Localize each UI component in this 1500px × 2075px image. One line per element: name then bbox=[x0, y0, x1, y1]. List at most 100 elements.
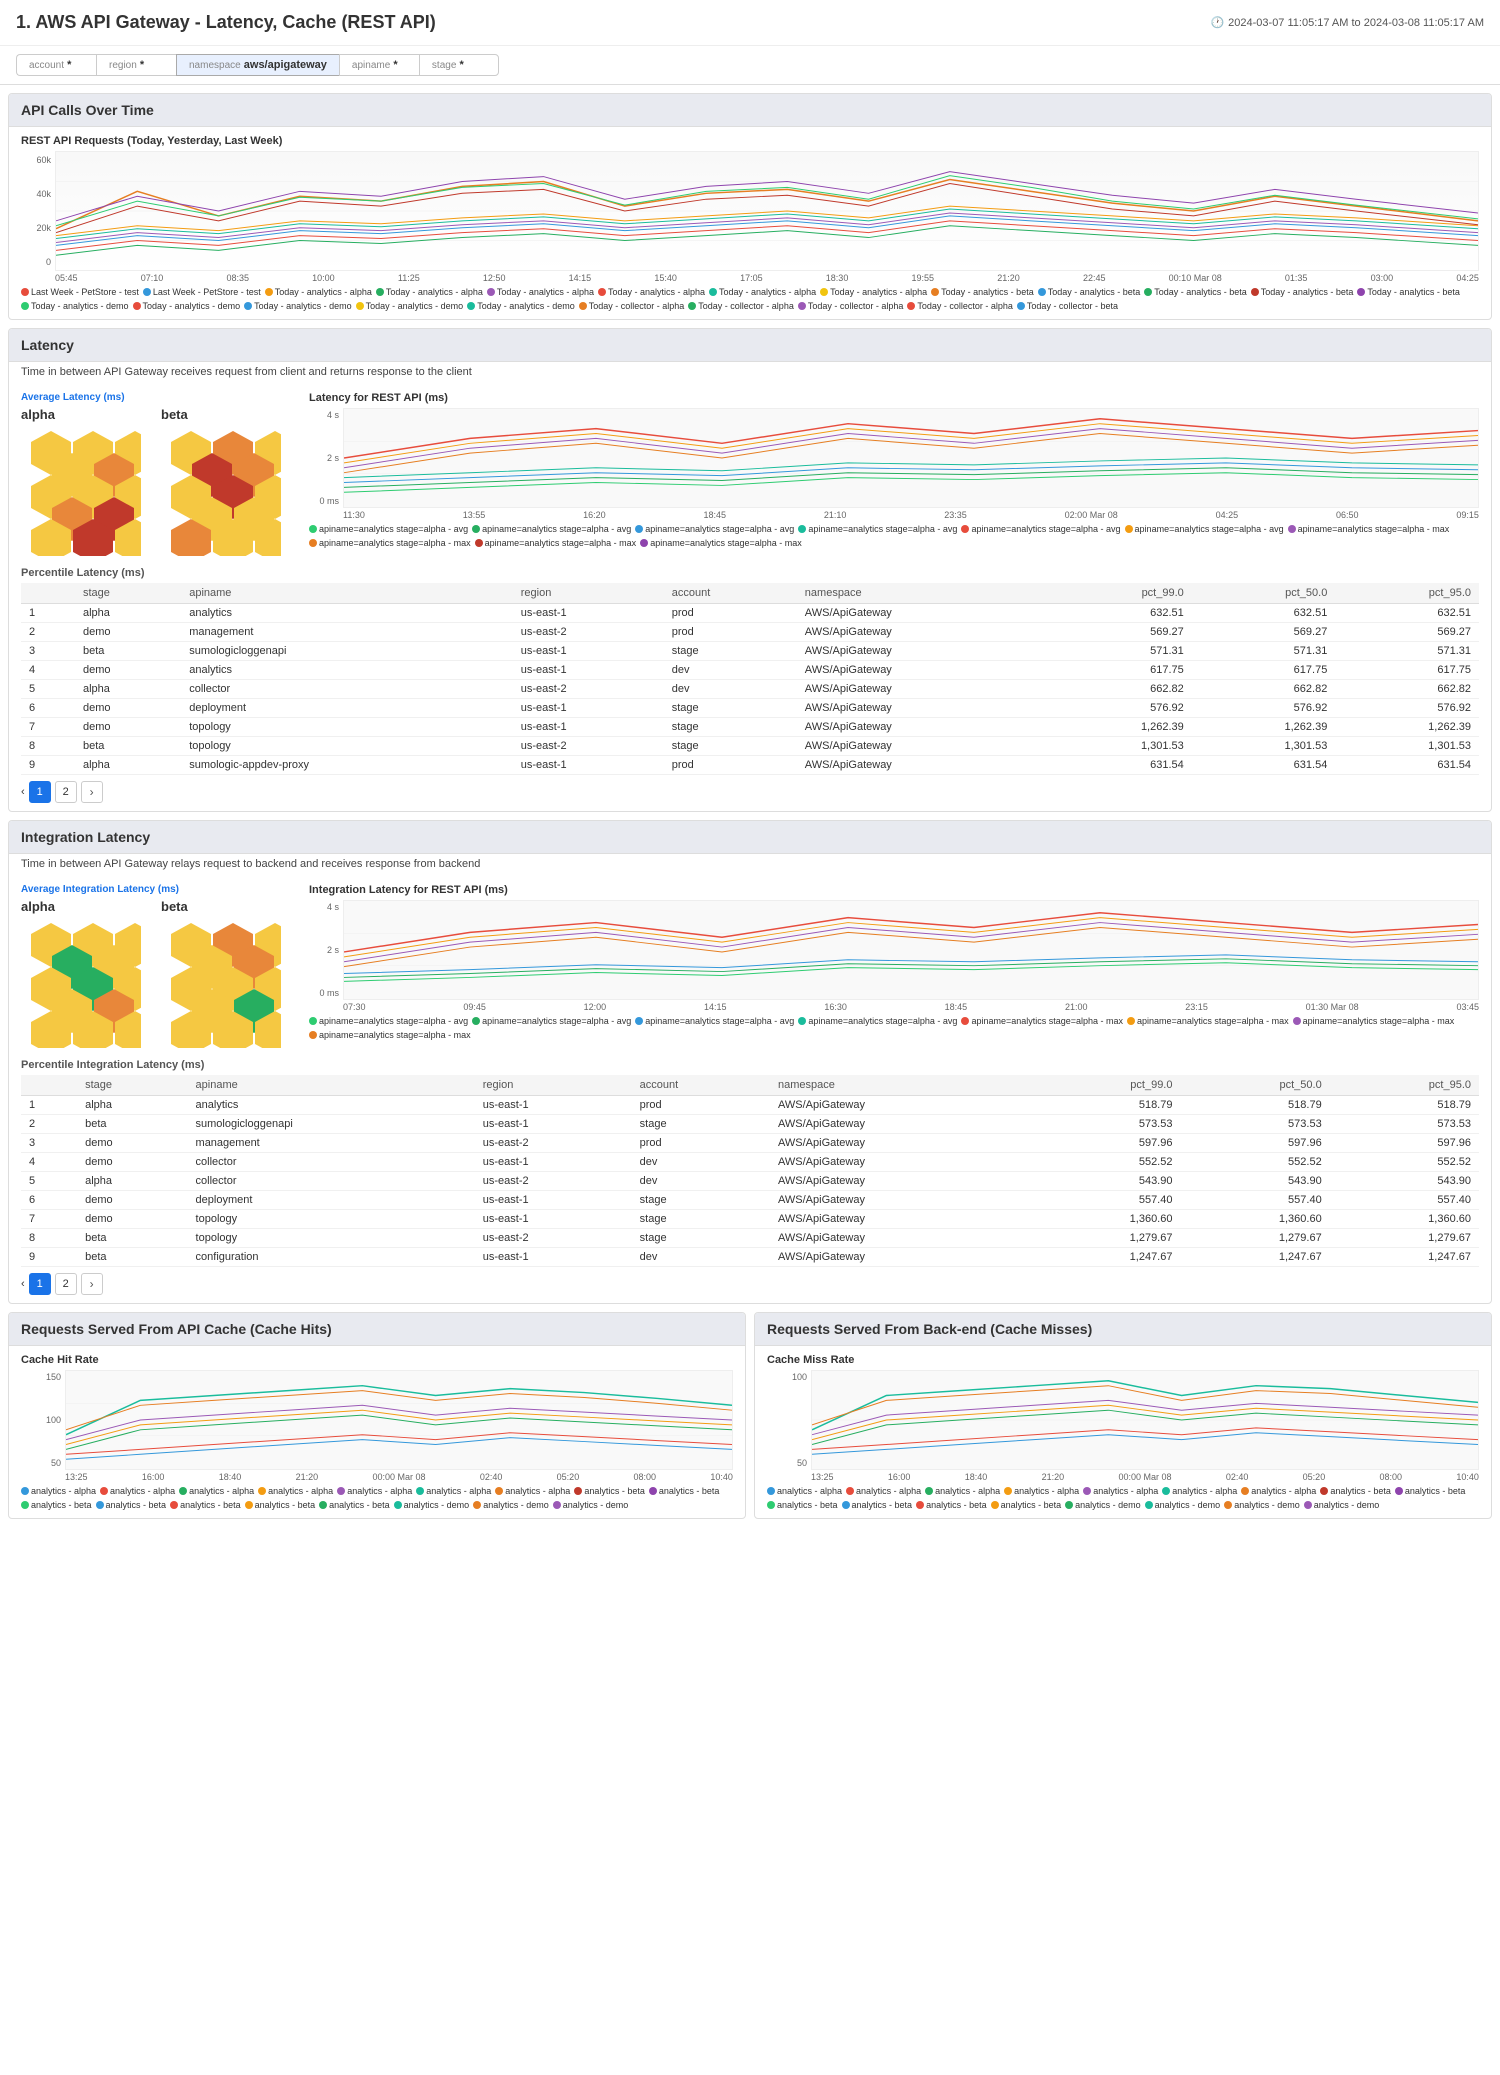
cell-namespace: AWS/ApiGateway bbox=[770, 1172, 1031, 1191]
filter-namespace[interactable]: namespace aws/apigateway bbox=[176, 54, 339, 76]
cell-p99: 1,301.53 bbox=[1048, 737, 1192, 756]
cell-apiname: management bbox=[181, 623, 513, 642]
cell-namespace: AWS/ApiGateway bbox=[770, 1248, 1031, 1267]
latency-table: stage apiname region account namespace p… bbox=[21, 583, 1479, 775]
legend-item-8: Today - analytics - alpha bbox=[820, 287, 927, 297]
cell-account: dev bbox=[664, 680, 797, 699]
filter-account[interactable]: account * bbox=[16, 54, 96, 76]
cell-p95: 617.75 bbox=[1335, 661, 1479, 680]
alpha-label: alpha bbox=[21, 407, 141, 422]
latency-left-col: Average Latency (ms) alpha bbox=[21, 392, 301, 559]
x-label-6: 12:50 bbox=[483, 273, 506, 283]
cm-x-1: 13:25 bbox=[811, 1472, 834, 1482]
int-beta-honeycomb: beta bbox=[161, 899, 281, 1051]
cell-num: 4 bbox=[21, 661, 75, 680]
cell-apiname: management bbox=[188, 1134, 475, 1153]
legend-item-19: Today - collector - alpha bbox=[579, 301, 685, 311]
table-row: 4 demo analytics us-east-1 dev AWS/ApiGa… bbox=[21, 661, 1479, 680]
integration-two-col: Average Integration Latency (ms) alpha bbox=[21, 884, 1479, 1051]
cell-p50: 1,247.67 bbox=[1180, 1248, 1329, 1267]
filter-apiname[interactable]: apiname * bbox=[339, 54, 419, 76]
table-row: 6 demo deployment us-east-1 stage AWS/Ap… bbox=[21, 1191, 1479, 1210]
int-y-4s: 4 s bbox=[327, 902, 339, 912]
cell-p50: 617.75 bbox=[1192, 661, 1336, 680]
lat-x-7: 02:00 Mar 08 bbox=[1065, 510, 1118, 520]
legend-item-18: Today - analytics - demo bbox=[467, 301, 575, 311]
cell-p95: 1,279.67 bbox=[1330, 1229, 1479, 1248]
cell-region: us-east-1 bbox=[475, 1153, 632, 1172]
beta-label: beta bbox=[161, 407, 281, 422]
integration-honeycomb-section: alpha bbox=[21, 899, 301, 1051]
x-label-5: 11:25 bbox=[398, 273, 420, 283]
legend-item-17: Today - analytics - demo bbox=[356, 301, 464, 311]
filter-bar: account * region * namespace aws/apigate… bbox=[0, 46, 1500, 85]
cell-apiname: analytics bbox=[181, 661, 513, 680]
cell-p99: 1,279.67 bbox=[1031, 1229, 1180, 1248]
api-calls-chart bbox=[55, 151, 1479, 271]
api-calls-section: API Calls Over Time REST API Requests (T… bbox=[8, 93, 1492, 320]
lat-page-1[interactable]: 1 bbox=[29, 781, 51, 803]
int-legend-3: apiname=analytics stage=alpha - avg bbox=[635, 1016, 794, 1026]
cell-account: prod bbox=[664, 756, 797, 775]
cell-region: us-east-1 bbox=[475, 1248, 632, 1267]
cell-account: dev bbox=[664, 661, 797, 680]
clock-icon: 🕐 bbox=[1210, 16, 1224, 29]
integration-chart-legend: apiname=analytics stage=alpha - avg apin… bbox=[309, 1016, 1479, 1040]
integration-latency-table: stage apiname region account namespace p… bbox=[21, 1075, 1479, 1267]
cell-p50: 552.52 bbox=[1180, 1153, 1329, 1172]
cache-miss-y-100: 100 bbox=[792, 1372, 807, 1382]
legend-item-4: Today - analytics - alpha bbox=[376, 287, 483, 297]
y-label-60k: 60k bbox=[36, 155, 51, 165]
cell-namespace: AWS/ApiGateway bbox=[797, 623, 1048, 642]
cell-p99: 569.27 bbox=[1048, 623, 1192, 642]
cell-namespace: AWS/ApiGateway bbox=[797, 642, 1048, 661]
filter-stage[interactable]: stage * bbox=[419, 54, 499, 76]
lat-legend-6: apiname=analytics stage=alpha - avg bbox=[1125, 524, 1284, 534]
lat-x-1: 11:30 bbox=[343, 510, 365, 520]
cell-region: us-east-1 bbox=[475, 1115, 632, 1134]
ch-x-2: 16:00 bbox=[142, 1472, 165, 1482]
filter-region[interactable]: region * bbox=[96, 54, 176, 76]
int-page-next[interactable]: › bbox=[81, 1273, 103, 1295]
cell-apiname: analytics bbox=[181, 604, 513, 623]
int-page-2[interactable]: 2 bbox=[55, 1273, 77, 1295]
cell-namespace: AWS/ApiGateway bbox=[797, 604, 1048, 623]
cell-p95: 1,301.53 bbox=[1335, 737, 1479, 756]
cell-apiname: analytics bbox=[188, 1096, 475, 1115]
int-th-num bbox=[21, 1075, 77, 1096]
legend-item-7: Today - analytics - alpha bbox=[709, 287, 816, 297]
ch-leg-13: analytics - beta bbox=[245, 1500, 316, 1510]
cm-leg-10: analytics - beta bbox=[767, 1500, 838, 1510]
int-beta-honeycomb-svg bbox=[161, 918, 281, 1048]
lat-page-2[interactable]: 2 bbox=[55, 781, 77, 803]
th-account: account bbox=[664, 583, 797, 604]
cell-num: 3 bbox=[21, 642, 75, 661]
lat-legend-3: apiname=analytics stage=alpha - avg bbox=[635, 524, 794, 534]
cell-p95: 543.90 bbox=[1330, 1172, 1479, 1191]
cell-p95: 631.54 bbox=[1335, 756, 1479, 775]
lat-page-next[interactable]: › bbox=[81, 781, 103, 803]
int-page-1[interactable]: 1 bbox=[29, 1273, 51, 1295]
legend-item-21: Today - collector - alpha bbox=[798, 301, 904, 311]
latency-body: Average Latency (ms) alpha bbox=[9, 384, 1491, 811]
cache-hit-y-50: 50 bbox=[51, 1458, 61, 1468]
table-row: 4 demo collector us-east-1 dev AWS/ApiGa… bbox=[21, 1153, 1479, 1172]
cm-leg-14: analytics - demo bbox=[1065, 1500, 1141, 1510]
table-row: 7 demo topology us-east-1 stage AWS/ApiG… bbox=[21, 1210, 1479, 1229]
x-label-14: 00:10 Mar 08 bbox=[1169, 273, 1222, 283]
cm-leg-15: analytics - demo bbox=[1145, 1500, 1221, 1510]
integration-latency-header: Integration Latency bbox=[9, 821, 1491, 854]
cell-apiname: deployment bbox=[188, 1191, 475, 1210]
api-calls-header: API Calls Over Time bbox=[9, 94, 1491, 127]
ch-leg-14: analytics - beta bbox=[319, 1500, 390, 1510]
cell-num: 1 bbox=[21, 1096, 77, 1115]
cell-account: stage bbox=[664, 642, 797, 661]
legend-item-11: Today - analytics - beta bbox=[1144, 287, 1247, 297]
y-label-40k: 40k bbox=[36, 189, 51, 199]
latency-chart-title: Latency for REST API (ms) bbox=[309, 392, 1479, 404]
x-label-13: 22:45 bbox=[1083, 273, 1106, 283]
cell-p95: 557.40 bbox=[1330, 1191, 1479, 1210]
cell-p50: 597.96 bbox=[1180, 1134, 1329, 1153]
x-label-9: 17:05 bbox=[740, 273, 763, 283]
ch-leg-17: analytics - demo bbox=[553, 1500, 629, 1510]
